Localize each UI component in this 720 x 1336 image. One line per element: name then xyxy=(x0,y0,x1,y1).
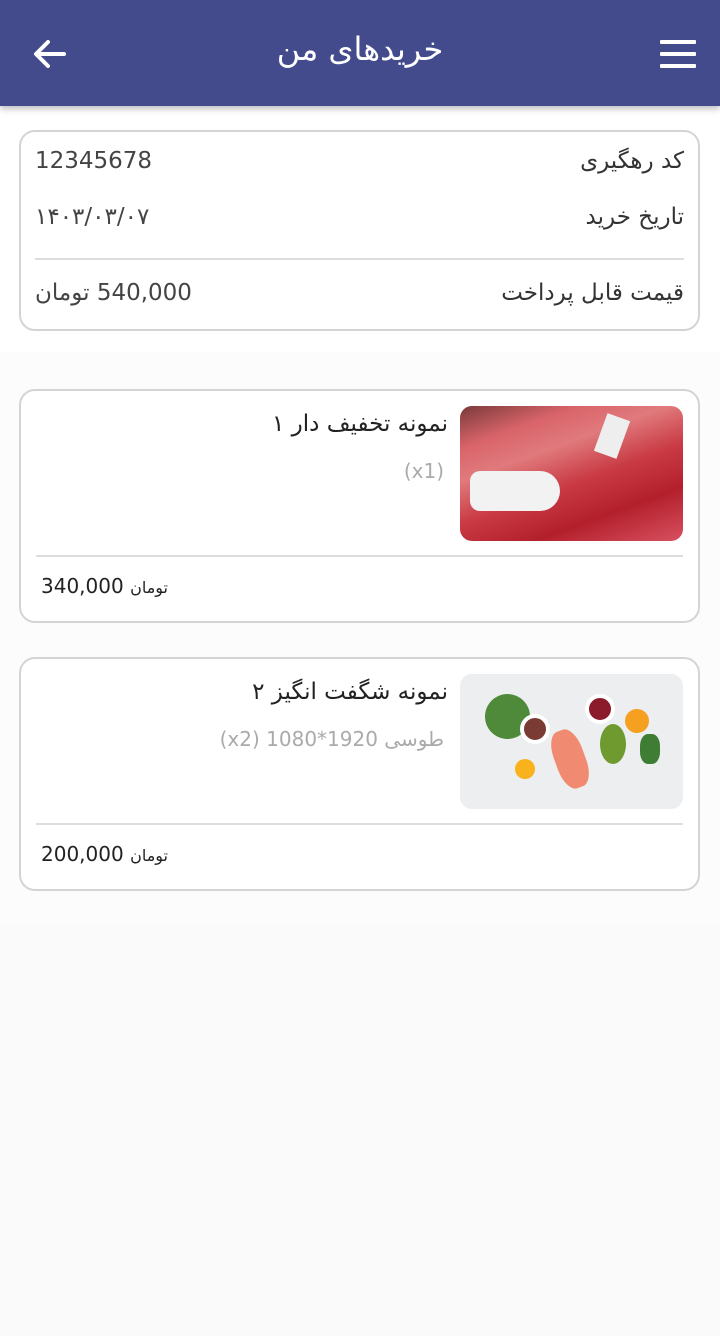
menu-button[interactable] xyxy=(660,40,696,68)
meat-photo xyxy=(460,406,683,541)
page-title: خریدهای من xyxy=(276,30,444,68)
tracking-value: 12345678 xyxy=(35,148,153,174)
item-price: تومان 200,000 xyxy=(41,842,168,866)
divider xyxy=(36,823,683,825)
order-summary-card: کد رهگیری 12345678 تاریخ خرید ۱۴۰۳/۰۳/۰۷… xyxy=(19,130,700,331)
order-summary-section: کد رهگیری 12345678 تاریخ خرید ۱۴۰۳/۰۳/۰۷… xyxy=(0,106,720,352)
tracking-row: کد رهگیری 12345678 xyxy=(35,148,684,174)
order-items-list: نمونه تخفیف دار ۱ (x1) تومان 340,000 نمو… xyxy=(0,352,720,925)
price-value: 200,000 xyxy=(41,842,124,866)
currency: تومان xyxy=(130,578,168,597)
date-row: تاریخ خرید ۱۴۰۳/۰۳/۰۷ xyxy=(35,204,684,230)
date-value: ۱۴۰۳/۰۳/۰۷ xyxy=(35,204,150,230)
divider xyxy=(35,258,684,260)
app-bar: خریدهای من xyxy=(0,0,720,106)
list-item[interactable]: نمونه شگفت انگیز ۲ طوسی 1920*1080 (x2) ت… xyxy=(19,657,700,891)
total-row: قیمت قابل پرداخت 540,000 تومان xyxy=(35,280,684,306)
price-value: 340,000 xyxy=(41,574,124,598)
item-name: نمونه تخفیف دار ۱ xyxy=(272,411,448,437)
total-value: 540,000 تومان xyxy=(35,280,192,306)
date-label: تاریخ خرید xyxy=(585,204,684,230)
list-item[interactable]: نمونه تخفیف دار ۱ (x1) تومان 340,000 xyxy=(19,389,700,623)
item-name: نمونه شگفت انگیز ۲ xyxy=(252,679,448,705)
total-label: قیمت قابل پرداخت xyxy=(501,280,684,306)
divider xyxy=(36,555,683,557)
hamburger-menu-icon xyxy=(660,40,696,68)
tracking-label: کد رهگیری xyxy=(580,148,684,174)
healthy-food-photo xyxy=(460,674,683,809)
item-price: تومان 340,000 xyxy=(41,574,168,598)
currency: تومان xyxy=(130,846,168,865)
item-variant: (x1) xyxy=(403,459,444,483)
item-variant: طوسی 1920*1080 (x2) xyxy=(219,727,444,751)
